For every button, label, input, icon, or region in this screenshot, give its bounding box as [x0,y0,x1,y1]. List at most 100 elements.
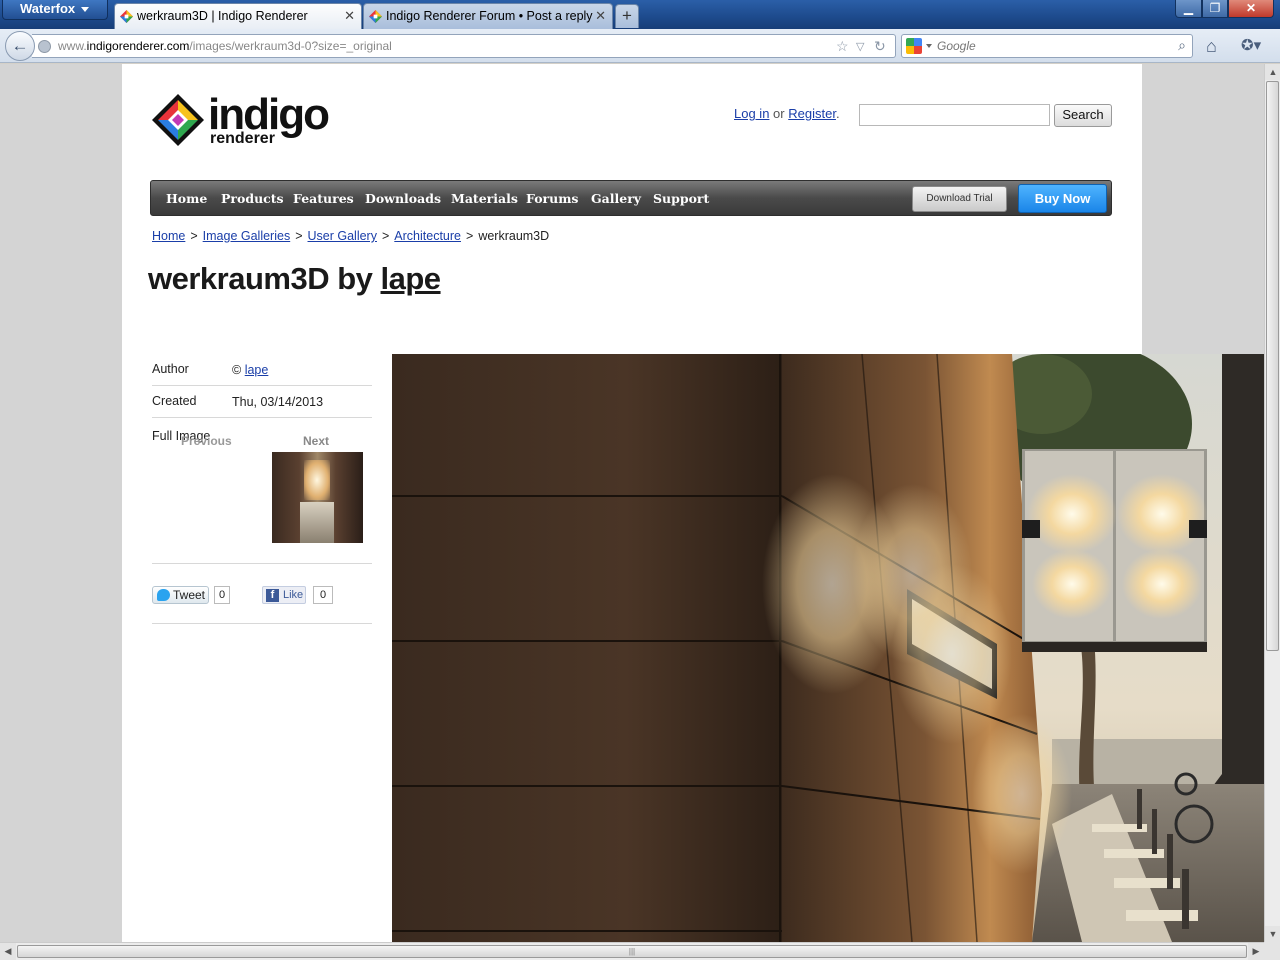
url-domain: indigorenderer.com [86,39,190,53]
scroll-down-icon[interactable]: ▼ [1265,926,1280,942]
url-bar[interactable]: www.indigorenderer.com/images/werkraum3d… [32,34,896,58]
breadcrumb-separator: > [466,229,474,243]
nav-item-home[interactable]: Home [166,191,207,206]
or-text: or [773,106,785,121]
image-info-panel: Author © lape Created Thu, 03/14/2013 Fu… [152,354,372,624]
nav-item-materials[interactable]: Materials [451,191,518,206]
minimize-button[interactable]: ▁ [1175,0,1202,18]
period-text: . [835,106,840,121]
tweet-count: 0 [214,586,230,604]
google-icon[interactable] [906,38,922,54]
navigation-toolbar: www.indigorenderer.com/images/werkraum3d… [0,29,1280,63]
nav-item-gallery[interactable]: Gallery [591,191,641,206]
scrollbar-corner [1264,942,1280,960]
main-nav: Home Products Features Downloads Materia… [150,180,1112,216]
vertical-scroll-thumb[interactable] [1266,81,1279,651]
render-artwork [392,354,1264,942]
tab-indigo-forum[interactable]: Indigo Renderer Forum • Post a reply ✕ [363,3,613,29]
author-link[interactable]: lape [245,363,269,377]
new-tab-button[interactable]: + [615,4,639,28]
page-title-author-link[interactable]: lape [381,261,442,296]
login-link[interactable]: Log in [734,106,769,121]
like-label: Like [283,589,304,601]
close-icon[interactable]: ✕ [344,8,355,24]
thumbnail-path [300,502,334,543]
breadcrumb-architecture[interactable]: Architecture [394,229,461,243]
horizontal-scrollbar[interactable]: ◀ ||| ▶ [0,942,1264,960]
back-button[interactable]: ← [5,31,35,61]
facebook-like-button[interactable]: f Like [262,586,306,604]
star-icon[interactable]: ☆ [836,38,849,55]
history-dropdown-icon[interactable]: ▽ [856,40,864,53]
next-image-thumbnail[interactable] [272,452,363,543]
app-menu-label: Waterfox [20,1,76,16]
page-title-text: werkraum3D by [148,261,373,296]
register-link[interactable]: Register [788,106,836,121]
author-label: Author [152,362,189,376]
search-placeholder: Google [937,39,976,53]
breadcrumb-user-gallery[interactable]: User Gallery [308,229,377,243]
full-image-row: Full Image Previous Next [152,418,372,564]
nav-item-products[interactable]: Products [221,191,284,206]
nav-item-features[interactable]: Features [293,191,354,206]
vertical-scrollbar[interactable]: ▲ ▼ [1264,64,1280,942]
tab-title: Indigo Renderer Forum • Post a reply [386,9,593,23]
horizontal-scroll-thumb[interactable]: ||| [17,945,1247,958]
page-title: werkraum3D by lape [148,261,441,297]
indigo-favicon-icon [369,10,382,23]
scroll-up-icon[interactable]: ▲ [1265,64,1280,80]
logo-subtitle: renderer [210,130,275,147]
indigo-logo-icon [152,94,204,146]
breadcrumb-separator: > [381,229,390,243]
site-search-input[interactable] [859,104,1050,126]
tweet-button[interactable]: Tweet [152,586,209,604]
buy-now-button[interactable]: Buy Now [1018,184,1107,213]
download-trial-button[interactable]: Download Trial [912,186,1007,212]
thumbnail-light [304,460,330,500]
facebook-icon: f [266,589,279,602]
app-menu-button[interactable]: Waterfox [2,0,108,20]
search-icon[interactable]: ⌕ [1178,37,1186,54]
chevron-down-icon[interactable] [926,44,932,48]
created-label: Created [152,394,197,408]
nav-item-support[interactable]: Support [653,191,709,206]
like-count: 0 [313,586,333,604]
next-link[interactable]: Next [303,434,329,448]
url-prefix: www. [58,39,87,53]
search-bar[interactable]: Google ⌕ [901,34,1193,58]
close-icon[interactable]: ✕ [595,8,606,24]
globe-icon [38,40,51,53]
previous-link[interactable]: Previous [181,434,232,448]
tab-werkraum3d[interactable]: werkraum3D | Indigo Renderer ✕ [114,3,362,29]
indigo-logo[interactable]: indigo renderer [150,90,350,152]
auth-links: Log in or Register. [734,106,840,121]
breadcrumb-separator: > [295,229,303,243]
breadcrumb-home[interactable]: Home [152,229,185,243]
social-buttons: Tweet 0 f Like 0 [152,564,372,624]
scroll-right-icon[interactable]: ▶ [1248,943,1264,960]
chevron-down-icon [81,7,89,12]
author-value: © lape [232,363,268,377]
breadcrumb-image-galleries[interactable]: Image Galleries [203,229,291,243]
copyright-icon: © [232,363,242,377]
breadcrumb: Home > Image Galleries > User Gallery > Archit… [152,229,549,243]
site-search-button[interactable]: Search [1054,104,1112,127]
bookmarks-icon[interactable]: ✪▾ [1241,36,1261,54]
home-icon[interactable]: ⌂ [1206,36,1217,57]
created-value: Thu, 03/14/2013 [232,395,324,409]
tab-title: werkraum3D | Indigo Renderer [137,9,308,23]
scroll-left-icon[interactable]: ◀ [0,943,16,960]
maximize-button[interactable]: ❐ [1202,0,1228,18]
url-text[interactable]: www.indigorenderer.com/images/werkraum3d… [58,39,392,53]
page-viewport: indigo renderer Log in or Register. Sear… [0,64,1264,942]
author-row: Author © lape [152,354,372,386]
twitter-bird-icon [157,589,170,601]
close-window-button[interactable]: ✕ [1228,0,1274,18]
tweet-label: Tweet [173,588,206,602]
gallery-render-image[interactable] [392,354,1264,942]
nav-item-downloads[interactable]: Downloads [365,191,441,206]
window-titlebar: Waterfox werkraum3D | Indigo Renderer ✕ … [0,0,1280,29]
indigo-favicon-icon [120,10,133,23]
nav-item-forums[interactable]: Forums [526,191,578,206]
reload-icon[interactable]: ↻ [874,38,886,55]
